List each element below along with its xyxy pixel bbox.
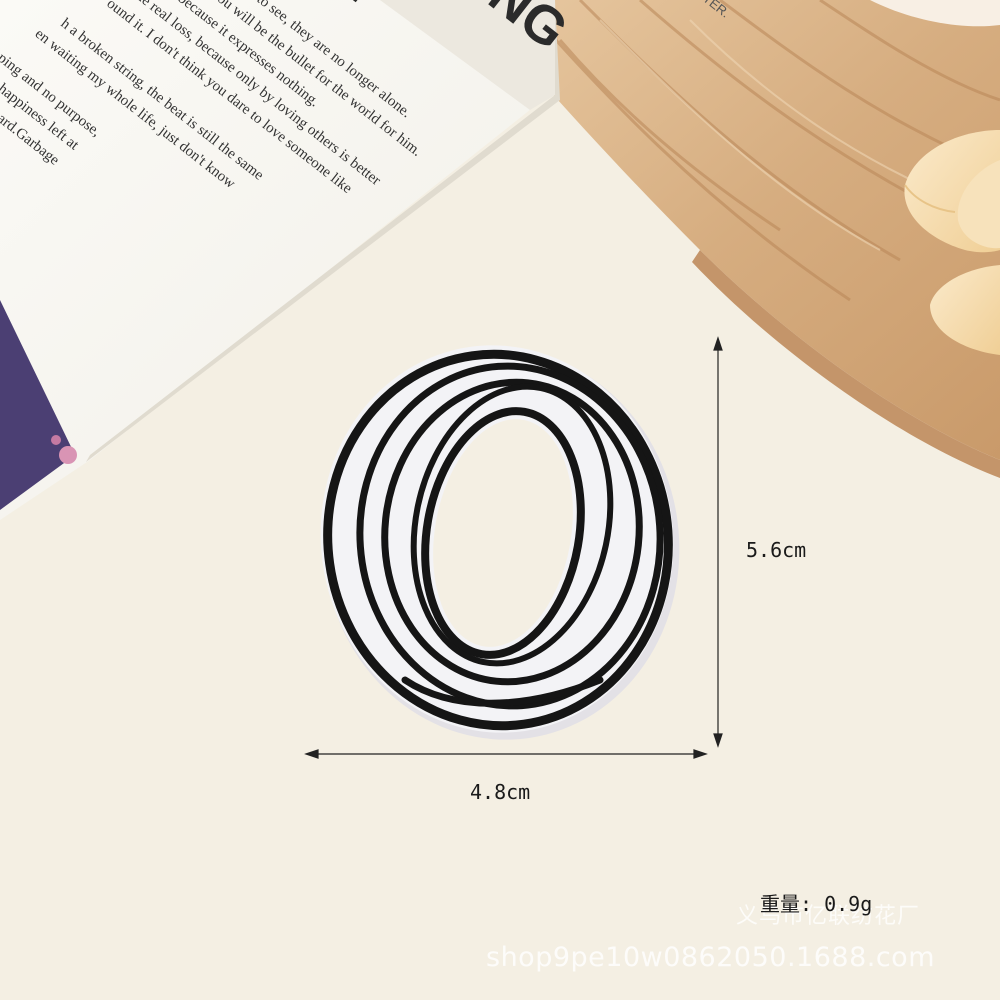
height-label: 5.6cm — [746, 538, 807, 562]
width-dimension-line — [304, 749, 708, 759]
height-dimension-line — [713, 336, 723, 748]
embroidered-letter-o-patch — [320, 345, 680, 740]
photo-background — [0, 0, 1000, 759]
width-label: 4.8cm — [470, 780, 531, 804]
product-photo: ERE DING OME BETTER. who want to see, th… — [0, 0, 1000, 1000]
weight-label: 重量: 0.9g — [760, 892, 873, 916]
shop-url-watermark: shop9pe10w0862050.1688.com — [486, 942, 935, 973]
